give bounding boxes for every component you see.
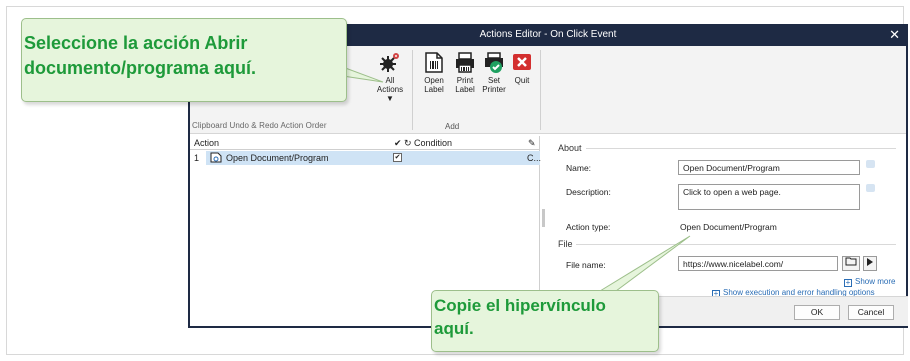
expand-icon: + — [844, 278, 852, 287]
column-action[interactable]: Action — [194, 138, 219, 148]
row-action-name: Open Document/Program — [226, 153, 329, 163]
gears-icon — [380, 53, 399, 72]
all-actions-label-2: Actions ▼ — [376, 85, 404, 103]
quit-icon — [513, 54, 531, 70]
select-action-callout: Seleccione la acción Abrir documento/pro… — [21, 18, 347, 102]
copy-hyperlink-callout: Copie el hipervínculo aquí. — [431, 290, 659, 352]
callout-bottom-line1: Copie el hipervínculo — [434, 296, 606, 315]
open-document-icon — [210, 152, 222, 165]
ribbon-separator — [412, 50, 413, 130]
help-icon[interactable] — [866, 184, 875, 192]
add-group-label: Add — [445, 122, 460, 131]
ok-button[interactable]: OK — [794, 305, 840, 320]
quit-label: Quit — [514, 76, 530, 85]
browse-folder-button[interactable] — [842, 256, 860, 271]
file-section-title: File — [558, 239, 573, 249]
callout-top-line2: documento/programa aquí. — [24, 58, 257, 78]
file-name-label: File name: — [566, 260, 606, 270]
arrow-menu-button[interactable] — [863, 256, 877, 271]
properties-panel: About Name: Open Document/Program Descri… — [546, 136, 906, 298]
open-label-label-2: Label — [424, 85, 444, 94]
open-label-button[interactable]: Open Label — [420, 50, 448, 94]
row-index: 1 — [194, 153, 200, 163]
name-label: Name: — [566, 163, 592, 173]
cancel-button[interactable]: Cancel — [848, 305, 894, 320]
condition-icon: ↻ — [404, 138, 412, 148]
description-label: Description: — [566, 187, 611, 197]
all-actions-button[interactable]: All Actions ▼ — [373, 50, 407, 103]
set-printer-label-2: Printer — [482, 85, 506, 94]
callout-top-line1: Seleccione la acción Abrir — [24, 33, 248, 53]
print-label-button[interactable]: Print Label — [452, 50, 478, 94]
show-more-text: Show more — [855, 277, 896, 286]
show-more-link[interactable]: + Show more — [844, 277, 895, 287]
quit-button[interactable]: Quit — [510, 50, 534, 85]
folder-icon — [845, 257, 857, 266]
description-input[interactable]: Click to open a web page. — [678, 184, 860, 210]
help-icon[interactable] — [866, 160, 875, 168]
play-icon — [867, 258, 873, 266]
open-label-icon — [425, 52, 443, 73]
set-printer-label-1: Set — [487, 76, 500, 85]
file-divider — [576, 244, 896, 245]
action-row[interactable]: 1 Open Document/Program ✔ C... — [190, 151, 542, 165]
column-condition[interactable]: Condition — [414, 138, 452, 148]
open-label-label-1: Open — [424, 76, 444, 85]
printer-icon — [456, 52, 474, 73]
name-input[interactable]: Open Document/Program — [678, 160, 860, 175]
callout-bottom-line2: aquí. — [434, 319, 474, 338]
ribbon-group-labels: Clipboard Undo & Redo Action Order — [192, 121, 327, 130]
about-section-title: About — [558, 143, 582, 153]
column-check[interactable]: ✔ — [394, 138, 402, 149]
print-label-label-1: Print — [456, 76, 474, 85]
all-actions-label-1: All — [385, 76, 395, 85]
print-label-label-2: Label — [455, 85, 475, 94]
action-type-value: Open Document/Program — [680, 222, 777, 232]
row-condition: C... — [527, 153, 542, 163]
action-type-label: Action type: — [566, 222, 611, 232]
set-printer-button[interactable]: Set Printer — [480, 50, 508, 94]
set-printer-icon — [485, 52, 503, 73]
edit-icon[interactable]: ✎ — [528, 138, 536, 149]
ribbon-separator — [540, 50, 541, 130]
file-name-input[interactable]: https://www.nicelabel.com/ — [678, 256, 838, 271]
row-enabled-checkbox[interactable]: ✔ — [393, 153, 402, 162]
about-divider — [586, 148, 896, 149]
splitter-handle[interactable] — [542, 209, 545, 227]
action-list-header: Action ✔ ↻ Condition ✎ — [190, 136, 539, 150]
close-icon[interactable]: ✕ — [889, 27, 900, 43]
